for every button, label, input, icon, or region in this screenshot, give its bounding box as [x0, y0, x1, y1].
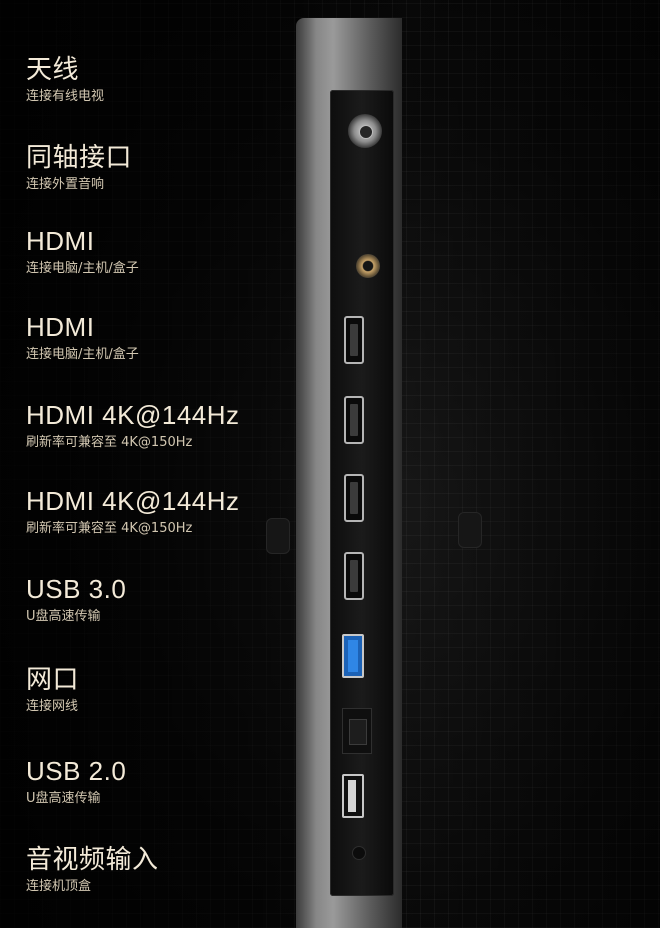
- port-label-hdmi-1: HDMI 连接电脑/主机/盒子: [26, 224, 139, 278]
- vesa-mount-hole: [458, 512, 482, 548]
- port-label-antenna: 天线 连接有线电视: [26, 52, 104, 106]
- port-title: HDMI 4K@144Hz: [26, 486, 240, 516]
- port-subtitle: 连接机顶盒: [26, 879, 92, 894]
- hdmi-port-icon: [344, 552, 364, 600]
- antenna-port-icon: [348, 114, 382, 148]
- hdmi-port-icon: [344, 474, 364, 522]
- port-subtitle: 连接网线: [26, 699, 79, 714]
- hdmi-port-icon: [344, 316, 364, 364]
- port-subtitle: 连接有线电视: [26, 89, 105, 104]
- coaxial-port-icon: [356, 254, 380, 278]
- port-title: HDMI 4K@144Hz: [26, 400, 240, 430]
- port-title: HDMI: [26, 312, 95, 342]
- port-title: HDMI: [26, 226, 95, 256]
- port-title: 同轴接口: [26, 142, 133, 172]
- port-title: 天线: [26, 54, 80, 84]
- port-subtitle: 刷新率可兼容至 4K@150Hz: [26, 435, 193, 450]
- port-subtitle: U盘高速传输: [26, 791, 101, 806]
- port-label-hdmi-2: HDMI 连接电脑/主机/盒子: [26, 310, 139, 364]
- av-input-port-icon: [352, 846, 366, 860]
- port-label-usb2: USB 2.0 U盘高速传输: [26, 754, 126, 808]
- usb2-port-icon: [342, 774, 364, 818]
- port-title: USB 2.0: [26, 756, 127, 786]
- port-label-ethernet: 网口 连接网线: [26, 662, 79, 716]
- port-label-av-input: 音视频输入 连接机顶盒: [26, 842, 159, 896]
- hdmi-port-icon: [344, 396, 364, 444]
- ethernet-port-icon: [342, 708, 372, 754]
- port-title: 音视频输入: [26, 844, 159, 874]
- port-subtitle: 刷新率可兼容至 4K@150Hz: [26, 521, 193, 536]
- port-title: 网口: [26, 664, 80, 694]
- port-label-usb3: USB 3.0 U盘高速传输: [26, 572, 126, 626]
- port-label-coaxial: 同轴接口 连接外置音响: [26, 140, 132, 194]
- port-subtitle: 连接电脑/主机/盒子: [26, 347, 139, 362]
- port-title: USB 3.0: [26, 574, 127, 604]
- port-subtitle: 连接电脑/主机/盒子: [26, 261, 139, 276]
- usb3-port-icon: [342, 634, 364, 678]
- port-label-hdmi-4: HDMI 4K@144Hz 刷新率可兼容至 4K@150Hz: [26, 484, 240, 538]
- port-subtitle: 连接外置音响: [26, 177, 105, 192]
- port-label-list: 天线 连接有线电视 同轴接口 连接外置音响 HDMI 连接电脑/主机/盒子 HD…: [26, 0, 316, 928]
- port-subtitle: U盘高速传输: [26, 609, 101, 624]
- port-label-hdmi-3: HDMI 4K@144Hz 刷新率可兼容至 4K@150Hz: [26, 398, 240, 452]
